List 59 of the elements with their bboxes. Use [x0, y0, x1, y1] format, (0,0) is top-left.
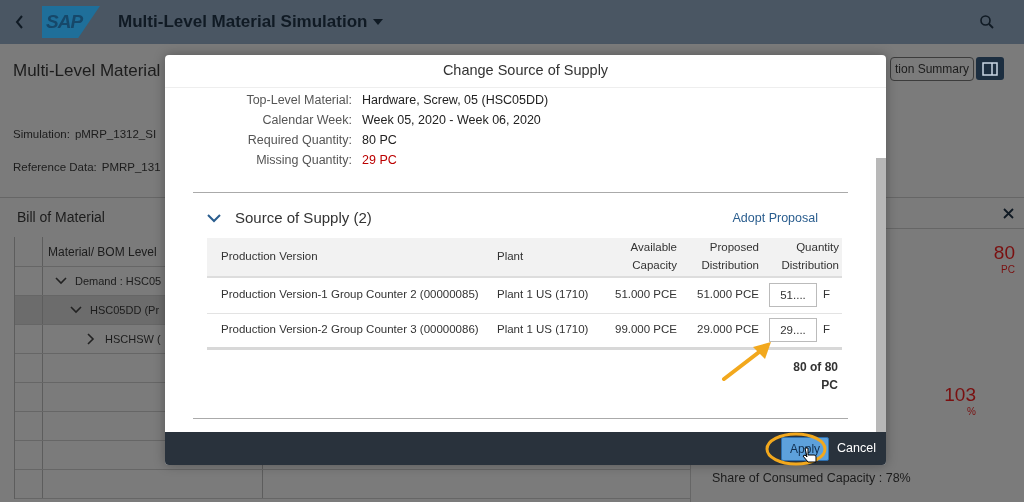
field-value: 29 PC	[362, 151, 397, 169]
field-value: Hardware, Screw, 05 (HSC05DD)	[362, 91, 549, 109]
panel-icon	[982, 61, 998, 76]
table-cell-text: Plant 1 US (1710)	[497, 287, 590, 303]
table-cell-text: 51.000 PCE	[614, 287, 677, 303]
back-icon[interactable]	[14, 14, 24, 30]
column-header: Production Version	[220, 248, 319, 264]
scrollbar[interactable]	[876, 88, 886, 432]
cancel-button[interactable]: Cancel	[837, 437, 876, 460]
kpi-value: 80	[993, 243, 1015, 262]
table-cell-text: Production Version-1 Group Counter 2 (00000085)	[220, 287, 480, 303]
tree-label: Demand : HSC05	[75, 273, 162, 289]
table-cell-text: 51.000 PCE	[696, 287, 759, 303]
unit-text: F	[823, 287, 831, 303]
column-header: Proposed Distribution	[700, 240, 759, 273]
search-icon[interactable]	[980, 15, 994, 29]
section-title: Source of Supply (2)	[235, 208, 372, 228]
close-icon[interactable]	[1003, 207, 1014, 219]
chevron-down-icon[interactable]	[55, 275, 67, 287]
tree-label: HSCHSW (	[105, 331, 161, 347]
field-label: Required Quantity:	[246, 131, 353, 149]
caret-icon[interactable]	[373, 19, 384, 25]
table-cell-text: Production Version-2 Group Counter 3 (00000086)	[220, 322, 480, 338]
field-value: 80 PC	[362, 131, 397, 149]
highlight-circle	[765, 432, 827, 466]
field-value: PMRP_131	[101, 159, 161, 175]
kpi-value: 103	[944, 385, 976, 404]
summary-button[interactable]: tion Summary	[889, 57, 974, 81]
column-header: Available Capacity	[629, 240, 677, 273]
column-header: Material/ BOM Level	[48, 243, 157, 261]
field-label: Missing Quantity:	[255, 151, 353, 169]
field-label: Simulation:	[13, 126, 70, 142]
field-value: pMRP_1312_SI	[74, 126, 157, 142]
field-label: Calendar Week:	[261, 111, 353, 129]
chevron-down-icon[interactable]	[70, 304, 82, 316]
chevron-down-icon[interactable]	[207, 213, 221, 223]
column-header: Quantity Distribution	[780, 240, 839, 273]
kpi-unit: PC	[1001, 263, 1015, 277]
panel-title: Bill of Material	[17, 208, 105, 227]
table-cell-text: 99.000 PCE	[614, 322, 677, 338]
kpi-unit: %	[967, 405, 976, 419]
tree-label: HSC05DD (Pr	[90, 302, 160, 318]
total-text: 80 of 80 PC	[792, 358, 838, 394]
dialog-title: Change Source of Supply	[165, 55, 886, 88]
field-label: Reference Data:	[13, 159, 97, 175]
quantity-input[interactable]: 51....	[769, 283, 817, 307]
panel-toggle-button[interactable]	[976, 57, 1004, 80]
column-header: Plant	[497, 248, 525, 264]
field-value: Week 05, 2020 - Week 06, 2020	[362, 111, 541, 129]
quantity-input[interactable]: 29....	[769, 318, 817, 342]
annotation-arrow	[721, 339, 773, 383]
adopt-proposal-link[interactable]: Adopt Proposal	[732, 208, 818, 228]
share-text: Share of Consumed Capacity : 78%	[712, 470, 912, 487]
field-label: Top-Level Material:	[245, 91, 353, 109]
table-cell-text: Plant 1 US (1710)	[497, 322, 590, 338]
chevron-right-icon[interactable]	[85, 333, 97, 345]
table-cell-text: 29.000 PCE	[696, 322, 759, 338]
page-title: Multi-Level Material	[13, 60, 161, 82]
unit-text: F	[823, 322, 831, 338]
